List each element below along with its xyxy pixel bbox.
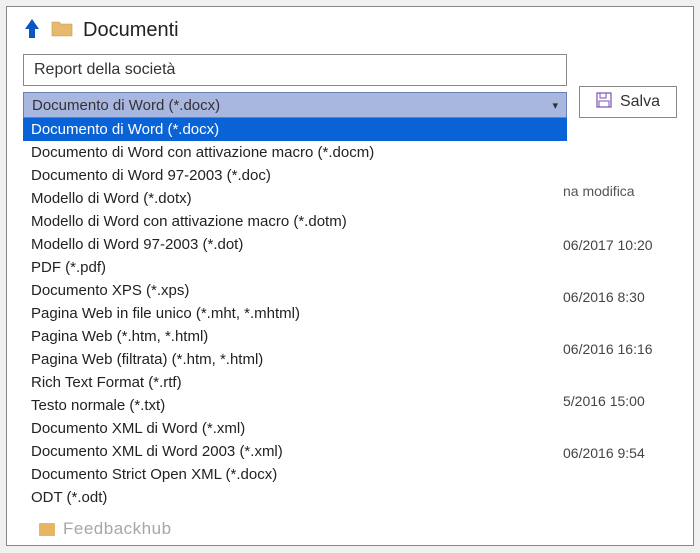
filetype-option[interactable]: ODT (*.odt): [23, 486, 567, 509]
filetype-option[interactable]: PDF (*.pdf): [23, 256, 567, 279]
filename-row: Documento di Word (*.docx) ▾ Documento d…: [7, 54, 693, 118]
list-item[interactable]: 5/2016 15:00: [563, 375, 693, 427]
chevron-down-icon: ▾: [552, 99, 558, 112]
folder-name: Feedbackhub: [63, 519, 172, 539]
up-arrow-icon[interactable]: [23, 17, 41, 44]
filetype-option[interactable]: Testo normale (*.txt): [23, 394, 567, 417]
filetype-option[interactable]: Modello di Word (*.dotx): [23, 187, 567, 210]
save-icon: [596, 92, 612, 113]
list-item[interactable]: 06/2016 8:30: [563, 271, 693, 323]
filetype-option[interactable]: Documento di Word (*.docx): [23, 118, 567, 141]
save-dialog-window: Documenti Documento di Word (*.docx) ▾ D…: [6, 6, 694, 546]
filetype-select[interactable]: Documento di Word (*.docx) ▾: [23, 92, 567, 118]
list-item[interactable]: 06/2016 16:16: [563, 323, 693, 375]
background-folder-row[interactable]: Feedbackhub: [39, 519, 172, 539]
save-button-label: Salva: [620, 93, 660, 111]
filetype-option[interactable]: Pagina Web in file unico (*.mht, *.mhtml…: [23, 302, 567, 325]
save-button[interactable]: Salva: [579, 86, 677, 118]
breadcrumb-title[interactable]: Documenti: [83, 19, 179, 42]
filetype-option[interactable]: Documento Strict Open XML (*.docx): [23, 463, 567, 486]
filetype-option[interactable]: Rich Text Format (*.rtf): [23, 371, 567, 394]
list-item[interactable]: 06/2017 10:20: [563, 219, 693, 271]
folder-icon: [51, 19, 73, 42]
filetype-option[interactable]: Documento di Word con attivazione macro …: [23, 141, 567, 164]
background-file-list: na modifica 06/2017 10:20 06/2016 8:30 0…: [563, 177, 693, 479]
filetype-dropdown[interactable]: Documento di Word (*.docx)Documento di W…: [23, 118, 567, 509]
filetype-option[interactable]: Documento XML di Word (*.xml): [23, 417, 567, 440]
filetype-option[interactable]: Documento di Word 97-2003 (*.doc): [23, 164, 567, 187]
breadcrumb: Documenti: [7, 7, 693, 50]
filetype-option[interactable]: Modello di Word 97-2003 (*.dot): [23, 233, 567, 256]
filetype-selected-label: Documento di Word (*.docx): [32, 97, 220, 114]
folder-icon: [39, 523, 55, 536]
list-item[interactable]: 06/2016 9:54: [563, 427, 693, 479]
filetype-option[interactable]: Pagina Web (*.htm, *.html): [23, 325, 567, 348]
column-header-modified[interactable]: na modifica: [563, 177, 693, 219]
filetype-option[interactable]: Modello di Word con attivazione macro (*…: [23, 210, 567, 233]
filetype-option[interactable]: Pagina Web (filtrata) (*.htm, *.html): [23, 348, 567, 371]
filename-input[interactable]: [23, 54, 567, 86]
filetype-option[interactable]: Documento XML di Word 2003 (*.xml): [23, 440, 567, 463]
filetype-wrapper: Documento di Word (*.docx) ▾ Documento d…: [23, 92, 567, 118]
filetype-option[interactable]: Documento XPS (*.xps): [23, 279, 567, 302]
